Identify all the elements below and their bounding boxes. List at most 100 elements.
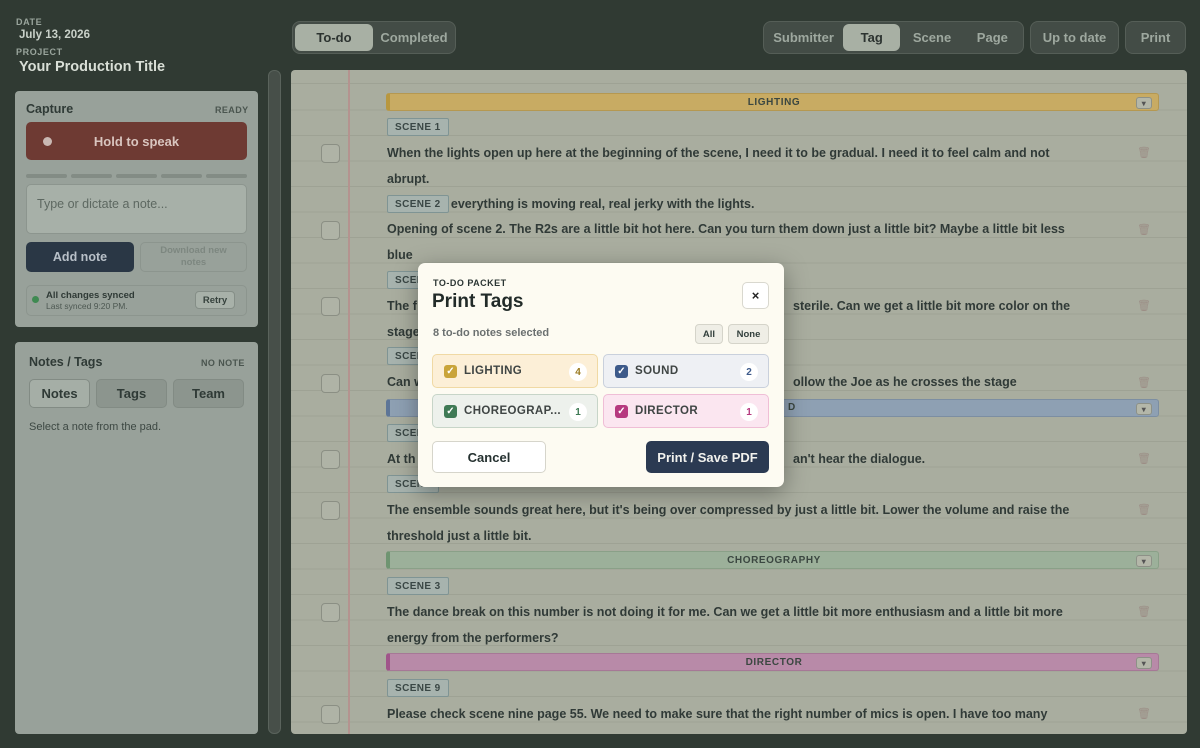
trash-icon[interactable]: 🗑 xyxy=(1137,452,1151,465)
tag-count: 4 xyxy=(569,363,587,381)
tag-option-sound[interactable]: ✓ SOUND 2 xyxy=(603,354,769,388)
level-meter-segment xyxy=(206,174,247,178)
note-text-fragment: an't hear the dialogue. xyxy=(793,452,926,466)
level-meter-segment xyxy=(26,174,67,178)
download-notes-button[interactable]: Download new notes xyxy=(140,242,247,272)
tab-scene[interactable]: Scene xyxy=(902,24,961,51)
chevron-down-icon[interactable]: ▾ xyxy=(1136,97,1152,109)
notes-empty-text: Select a note from the pad. xyxy=(29,421,162,433)
dialog-kicker: TO-DO PACKET xyxy=(433,278,507,288)
note-checkbox[interactable] xyxy=(321,297,340,316)
note-placeholder: Type or dictate a note... xyxy=(37,197,168,211)
tag-option-director[interactable]: ✓ DIRECTOR 1 xyxy=(603,394,769,428)
checkbox-checked-icon[interactable]: ✓ xyxy=(444,365,457,378)
scene-chip: SCENE 1 xyxy=(387,118,449,136)
tab-submitter[interactable]: Submitter xyxy=(766,24,841,51)
category-header-choreography[interactable]: CHOREOGRAPHY ▾ xyxy=(386,551,1159,569)
tag-count: 2 xyxy=(740,363,758,381)
add-note-button[interactable]: Add note xyxy=(26,242,134,272)
tab-team[interactable]: Team xyxy=(173,379,244,408)
hold-to-speak-label: Hold to speak xyxy=(93,133,180,149)
print-tags-dialog: TO-DO PACKET Print Tags × 8 to-do notes … xyxy=(418,263,784,487)
scene-chip: SCENE 9 xyxy=(387,679,449,697)
trash-icon[interactable]: 🗑 xyxy=(1137,707,1151,720)
margin-line xyxy=(348,70,350,734)
note-text-fragment: ollow the Joe as he crosses the stage xyxy=(793,375,1017,389)
note-checkbox[interactable] xyxy=(321,144,340,163)
note-text-fragment: sterile. Can we get a little bit more co… xyxy=(793,299,1071,313)
level-meter-segment xyxy=(71,174,112,178)
tab-page[interactable]: Page xyxy=(964,24,1021,51)
category-header-director[interactable]: DIRECTOR ▾ xyxy=(386,653,1159,671)
trash-icon[interactable]: 🗑 xyxy=(1137,605,1151,618)
notes-tags-title: Notes / Tags xyxy=(29,355,103,369)
note-checkbox[interactable] xyxy=(321,501,340,520)
note-checkbox[interactable] xyxy=(321,450,340,469)
date-value: July 13, 2026 xyxy=(19,29,90,41)
chevron-down-icon[interactable]: ▾ xyxy=(1136,555,1152,567)
retry-button[interactable]: Retry xyxy=(195,291,235,309)
hold-to-speak-button[interactable]: Hold to speak xyxy=(26,122,247,160)
note-checkbox[interactable] xyxy=(321,374,340,393)
scene-chip: SCENE 3 xyxy=(387,577,449,595)
trash-icon[interactable]: 🗑 xyxy=(1137,146,1151,159)
category-header-lighting[interactable]: LIGHTING ▾ xyxy=(386,93,1159,111)
tag-option-lighting[interactable]: ✓ LIGHTING 4 xyxy=(432,354,598,388)
category-label: CHOREOGRAPHY xyxy=(727,554,821,566)
trash-icon[interactable]: 🗑 xyxy=(1137,299,1151,312)
checkbox-checked-icon[interactable]: ✓ xyxy=(615,405,628,418)
note-checkbox[interactable] xyxy=(321,221,340,240)
scene-chip: SCENE 2 xyxy=(387,195,449,213)
chevron-down-icon[interactable]: ▾ xyxy=(1136,657,1152,669)
tag-count: 1 xyxy=(740,403,758,421)
sync-status-text: All changes synced xyxy=(46,290,135,301)
tag-label: CHOREOGRAP... xyxy=(464,405,562,417)
note-text[interactable]: The dance break on this number is not do… xyxy=(387,600,1077,651)
note-checkbox[interactable] xyxy=(321,705,340,724)
dialog-title: Print Tags xyxy=(432,291,524,312)
tag-label: SOUND xyxy=(635,365,679,377)
trash-icon[interactable]: 🗑 xyxy=(1137,223,1151,236)
trash-icon[interactable]: 🗑 xyxy=(1137,376,1151,389)
checkbox-checked-icon[interactable]: ✓ xyxy=(615,365,628,378)
note-text[interactable]: When the lights open up here at the begi… xyxy=(387,141,1077,218)
tab-completed[interactable]: Completed xyxy=(375,24,453,51)
category-label-fragment: D xyxy=(788,402,796,413)
record-dot-icon xyxy=(43,137,52,146)
download-label-line1: Download new xyxy=(160,245,227,256)
tab-tags[interactable]: Tags xyxy=(96,379,167,408)
note-input[interactable]: Type or dictate a note... xyxy=(26,184,247,234)
close-icon[interactable]: × xyxy=(742,282,769,309)
capture-title: Capture xyxy=(26,102,74,116)
cancel-button[interactable]: Cancel xyxy=(432,441,546,473)
note-text[interactable]: The ensemble sounds great here, but it's… xyxy=(387,498,1077,549)
tab-todo[interactable]: To-do xyxy=(295,24,373,51)
group-tabs: Submitter Tag Scene Page xyxy=(763,21,1024,54)
capture-status: READY xyxy=(215,105,249,115)
note-checkbox[interactable] xyxy=(321,603,340,622)
checkbox-checked-icon[interactable]: ✓ xyxy=(444,405,457,418)
tag-option-choreography[interactable]: ✓ CHOREOGRAP... 1 xyxy=(432,394,598,428)
chevron-down-icon[interactable]: ▾ xyxy=(1136,403,1152,415)
tab-tag[interactable]: Tag xyxy=(843,24,901,51)
category-label: LIGHTING xyxy=(747,96,801,108)
status-tabs: To-do Completed xyxy=(292,21,456,54)
notes-tags-badge: NO NOTE xyxy=(201,358,245,368)
print-save-pdf-button[interactable]: Print / Save PDF xyxy=(646,441,769,473)
select-none-button[interactable]: None xyxy=(728,324,769,344)
sidebar-scrollbar[interactable] xyxy=(268,70,281,734)
select-all-button[interactable]: All xyxy=(695,324,723,344)
tag-label: LIGHTING xyxy=(464,365,523,377)
tab-notes[interactable]: Notes xyxy=(29,379,90,408)
note-text[interactable]: Please check scene nine page 55. We need… xyxy=(387,702,1077,734)
sync-dot-icon xyxy=(32,296,39,303)
date-label: DATE xyxy=(16,17,43,27)
up-to-date-button[interactable]: Up to date xyxy=(1030,21,1119,54)
tag-label: DIRECTOR xyxy=(635,405,699,417)
print-button[interactable]: Print xyxy=(1125,21,1186,54)
selected-count: 8 to-do notes selected xyxy=(433,327,550,339)
tag-count: 1 xyxy=(569,403,587,421)
level-meter-segment xyxy=(161,174,202,178)
level-meter-segment xyxy=(116,174,157,178)
trash-icon[interactable]: 🗑 xyxy=(1137,503,1151,516)
